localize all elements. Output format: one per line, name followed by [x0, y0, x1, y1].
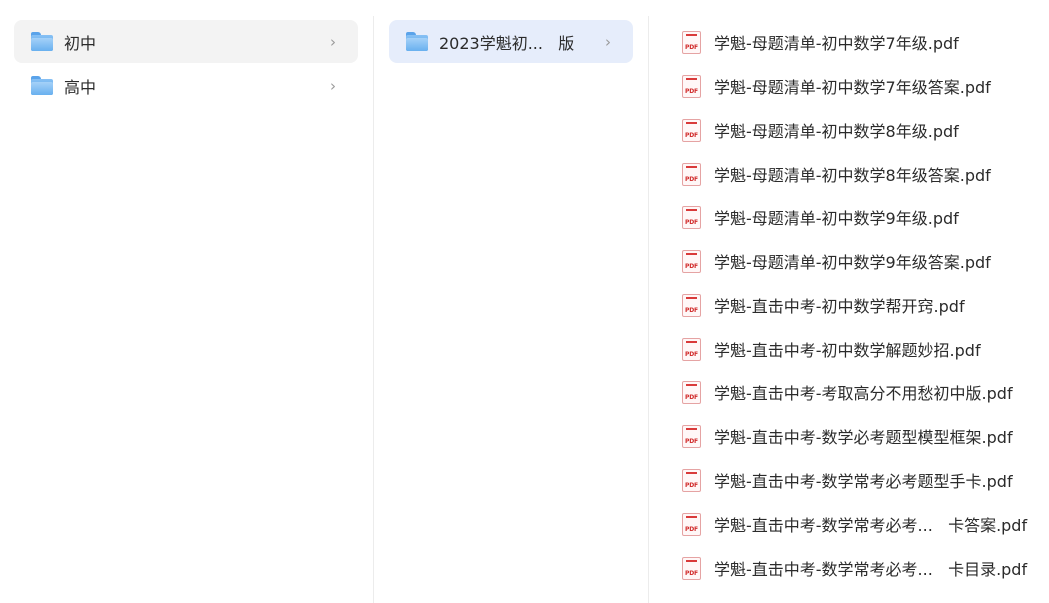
file-item[interactable]: PDF 学魁-直击中考-数学常考必考题型手卡.pdf [682, 467, 1013, 493]
pdf-file-icon: PDF [682, 293, 701, 317]
folder-item-senior-high[interactable]: 高中 › [14, 64, 358, 107]
file-name: 学魁-母题清单-初中数学8年级.pdf [714, 122, 959, 141]
file-item[interactable]: PDF 学魁-直击中考-考取高分不用愁初中版.pdf [682, 379, 1013, 405]
file-name: 学魁-直击中考-考取高分不用愁初中版.pdf [714, 384, 1013, 403]
pdf-file-icon: PDF [682, 249, 701, 273]
folder-icon [31, 76, 53, 95]
file-name: 学魁-直击中考-数学常考必考题型手卡.pdf [714, 472, 1013, 491]
file-item[interactable]: PDF 学魁-直击中考-初中数学解题妙招.pdf [682, 336, 981, 362]
pdf-file-icon: PDF [682, 556, 701, 580]
file-column-browser: 初中 › 高中 › 2023学魁初... 版 › PDF 学魁-母题清单-初中数… [0, 0, 1049, 603]
file-name: 学魁-直击中考-数学必考题型模型框架.pdf [714, 428, 1013, 447]
pdf-file-icon: PDF [682, 118, 701, 142]
file-item[interactable]: PDF 学魁-母题清单-初中数学9年级.pdf [682, 204, 959, 230]
file-item[interactable]: PDF 学魁-直击中考-初中数学帮开窍.pdf [682, 292, 965, 318]
pdf-file-icon: PDF [682, 512, 701, 536]
file-name: 学魁-直击中考-初中数学解题妙招.pdf [714, 341, 981, 360]
column-divider [648, 16, 649, 603]
file-name: 学魁-母题清单-初中数学7年级.pdf [714, 34, 959, 53]
folder-label: 2023学魁初... 版 [439, 33, 575, 53]
file-item[interactable]: PDF 学魁-直击中考-数学常考必考... 卡目录.pdf [682, 555, 1027, 581]
column-subfolders: 2023学魁初... 版 › [374, 0, 649, 603]
pdf-file-icon: PDF [682, 30, 701, 54]
pdf-file-icon: PDF [682, 337, 701, 361]
file-item[interactable]: PDF 学魁-母题清单-初中数学8年级答案.pdf [682, 161, 991, 187]
pdf-file-icon: PDF [682, 74, 701, 98]
pdf-file-icon: PDF [682, 468, 701, 492]
chevron-right-icon: › [330, 32, 336, 51]
file-item[interactable]: PDF 学魁-母题清单-初中数学8年级.pdf [682, 117, 959, 143]
folder-item-junior-high[interactable]: 初中 › [14, 20, 358, 63]
folder-label: 高中 [64, 77, 97, 97]
pdf-file-icon: PDF [682, 205, 701, 229]
file-name: 学魁-直击中考-数学常考必考... 卡答案.pdf [714, 516, 1028, 535]
pdf-file-icon: PDF [682, 162, 701, 186]
folder-label: 初中 [64, 33, 97, 53]
file-item[interactable]: PDF 学魁-直击中考-数学常考必考... 卡答案.pdf [682, 511, 1027, 537]
file-name: 学魁-母题清单-初中数学9年级.pdf [714, 209, 959, 228]
file-item[interactable]: PDF 学魁-直击中考-数学必考题型模型框架.pdf [682, 423, 1013, 449]
column-root: 初中 › 高中 › [0, 0, 373, 603]
column-files: PDF 学魁-母题清单-初中数学7年级.pdf PDF 学魁-母题清单-初中数学… [650, 0, 1049, 603]
pdf-file-icon: PDF [682, 380, 701, 404]
file-name: 学魁-母题清单-初中数学7年级答案.pdf [714, 78, 991, 97]
chevron-right-icon: › [605, 32, 611, 51]
file-name: 学魁-直击中考-初中数学帮开窍.pdf [714, 297, 965, 316]
file-item[interactable]: PDF 学魁-母题清单-初中数学9年级答案.pdf [682, 248, 991, 274]
folder-icon [406, 32, 428, 51]
file-item[interactable]: PDF 学魁-母题清单-初中数学7年级答案.pdf [682, 73, 991, 99]
file-item[interactable]: PDF 学魁-母题清单-初中数学7年级.pdf [682, 29, 959, 55]
file-name: 学魁-直击中考-数学常考必考... 卡目录.pdf [714, 560, 1028, 579]
pdf-file-icon: PDF [682, 424, 701, 448]
file-name: 学魁-母题清单-初中数学8年级答案.pdf [714, 166, 991, 185]
chevron-right-icon: › [330, 76, 336, 95]
folder-item-2023[interactable]: 2023学魁初... 版 › [389, 20, 633, 63]
folder-icon [31, 32, 53, 51]
file-name: 学魁-母题清单-初中数学9年级答案.pdf [714, 253, 991, 272]
